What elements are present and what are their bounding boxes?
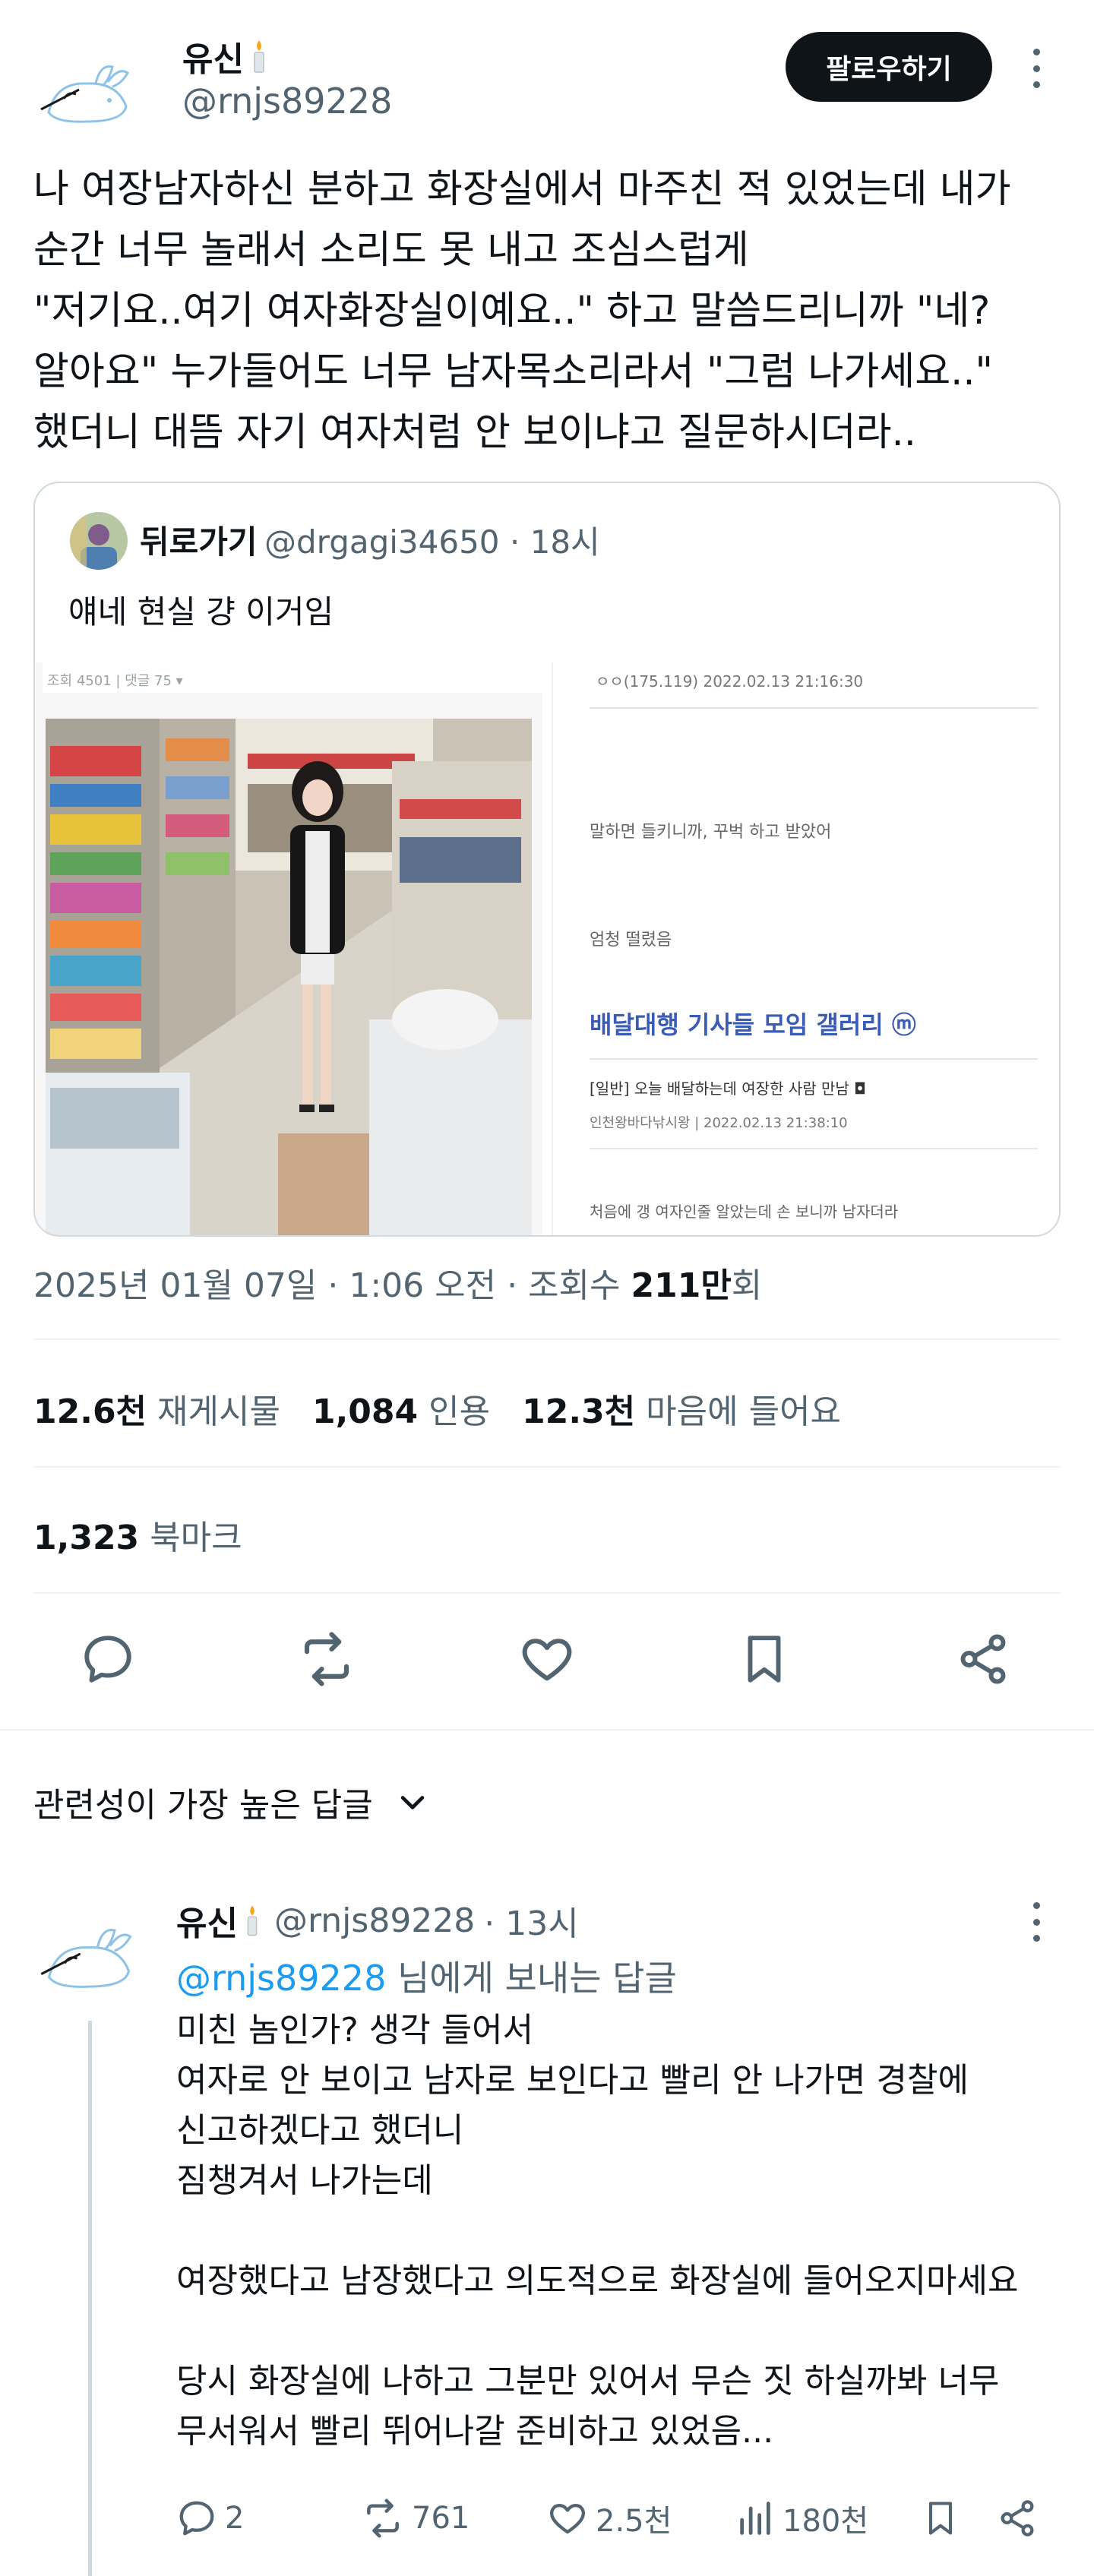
quote-tweet-card[interactable]: 뒤로가기 @drgagi34650 · 18시 얘네 현실 걍 이거임 ㅇㅇ(1…: [33, 482, 1061, 1237]
bookmark-icon: [928, 2502, 953, 2535]
reply-sort-dropdown[interactable]: 관련성이 가장 높은 답글: [33, 1778, 429, 1826]
quote-count[interactable]: 1,084 인용: [312, 1384, 490, 1433]
share-icon: [960, 1634, 1006, 1684]
divider: [0, 1729, 1094, 1731]
reply-text-line: [176, 2306, 1050, 2356]
retweet-button[interactable]: [296, 1629, 357, 1689]
reply-header: 유신 @rnjs89228 · 13시: [176, 1896, 579, 1945]
bookmark-icon: [748, 1636, 781, 1683]
image-post-meta: 인천왕바다낚시왕 | 2022.02.13 21:38:10: [590, 1115, 848, 1131]
reply-like-button[interactable]: 2.5천: [547, 2484, 672, 2552]
quote-media-image[interactable]: ㅇㅇ(175.119) 2022.02.13 21:16:30 말하면 들키니까…: [35, 662, 1059, 1235]
reply-icon: [84, 1636, 131, 1683]
reply-share-button[interactable]: [997, 2484, 1038, 2552]
reply-text-line: [176, 2206, 1050, 2256]
reply-time[interactable]: · 13시: [484, 1896, 578, 1945]
quote-author-name: 뒤로가기: [140, 523, 258, 561]
chevron-down-icon: [400, 1796, 424, 1810]
reply-text: 미친 놈인가? 생각 들어서 여자로 안 보이고 남자로 보인다고 빨리 안 나…: [176, 2005, 1050, 2457]
reply-reply-button[interactable]: 2: [176, 2484, 244, 2552]
reply-text-line: 미친 놈인가? 생각 들어서: [176, 2011, 534, 2050]
tweet-text-line: "저기요..여기 여자화장실이예요.." 하고 말씀드리니까 "네?: [33, 289, 991, 333]
like-count[interactable]: 12.3천 마음에 들어요: [522, 1384, 841, 1433]
quote-text: 얘네 현실 걍 이거임: [68, 593, 334, 631]
tweet-text-line: 알아요" 누가들어도 너무 남자목소리라서 "그럼 나가세요..": [33, 349, 994, 394]
divider: [33, 1466, 1061, 1468]
screenshot-collage-image: ㅇㅇ(175.119) 2022.02.13 21:16:30 말하면 들키니까…: [35, 662, 1059, 1235]
image-line-1: 말하면 들키니까, 꾸벅 하고 받았어: [590, 823, 831, 842]
reply-text-line: 여자로 안 보이고 남자로 보인다고 빨리 안 나가면 경찰에: [176, 2061, 969, 2100]
reply-text-line: 여장했다고 남장했다고 의도적으로 화장실에 들어오지마세요: [176, 2262, 1019, 2300]
engagement-stats: 12.6천 재게시물 1,084 인용 12.3천 마음에 들어요: [33, 1384, 841, 1433]
more-options-icon[interactable]: [1023, 49, 1050, 88]
reply-more-options-icon[interactable]: [1023, 1902, 1050, 1942]
quote-author-avatar: [70, 512, 128, 570]
image-line-2: 엄청 떨렸음: [590, 931, 672, 950]
quote-author-handle: @drgagi34650 · 18시: [264, 523, 600, 561]
reply-author-handle[interactable]: @rnjs89228: [274, 1901, 475, 1940]
reply-views-button[interactable]: 180천: [735, 2484, 868, 2552]
tweet-text-line: 순간 너무 놀래서 소리도 못 내고 조심스럽게: [33, 228, 749, 273]
author-avatar[interactable]: [33, 36, 143, 146]
divider: [33, 1339, 1061, 1340]
candle-icon: [247, 1905, 258, 1936]
view-count: 211만: [631, 1266, 732, 1305]
image-gallery-title: 배달대행 기사들 모임 갤러리 ⓜ: [590, 1010, 916, 1039]
candle-icon: [254, 40, 264, 73]
image-post-title: [일반] 오늘 배달하는데 여장한 사람 만남 ◘: [590, 1079, 866, 1098]
retweet-icon: [304, 1632, 349, 1686]
reply-retweet-button[interactable]: 761: [362, 2484, 470, 2552]
bunny-doodle-icon: [33, 1899, 146, 2012]
reply-action-bar: 2 761 2.5천 180천: [176, 2484, 1058, 2552]
bookmark-count[interactable]: 1,323 북마크: [33, 1510, 242, 1559]
author-handle[interactable]: @rnjs89228: [182, 81, 392, 122]
follow-button[interactable]: 팔로우하기: [786, 32, 992, 102]
reply-text-line: 당시 화장실에 나하고 그분만 있어서 무슨 짓 하실까봐 너무: [176, 2362, 1000, 2401]
author-name[interactable]: 유신: [182, 32, 270, 81]
tweet-timestamp[interactable]: 2025년 01월 07일 · 1:06 오전 · 조회수 211만회: [33, 1258, 762, 1307]
reply-bookmark-button[interactable]: [921, 2484, 960, 2552]
tweet-text: 나 여장남자하신 분하고 화장실에서 마주친 적 있었는데 내가 순간 너무 놀…: [33, 160, 1067, 463]
reply-text-line: 무서워서 빨리 뛰어나갈 준비하고 있었음...: [176, 2412, 774, 2451]
retweet-icon: [367, 2499, 399, 2538]
image-header-text: 조회 4501 | 댓글 75 ▾: [47, 673, 183, 689]
retweet-count[interactable]: 12.6천 재게시물: [33, 1384, 280, 1433]
views-icon: [740, 2502, 770, 2535]
like-button[interactable]: [517, 1629, 577, 1689]
bookmark-stats: 1,323 북마크: [33, 1510, 242, 1559]
image-comment-meta: ㅇㅇ(175.119) 2022.02.13 21:16:30: [596, 672, 863, 691]
reply-button[interactable]: [77, 1629, 138, 1689]
like-icon: [522, 1639, 572, 1681]
reply-to-handle-link[interactable]: @rnjs89228: [176, 1958, 386, 1999]
like-icon: [550, 2503, 585, 2534]
thread-line: [88, 2021, 92, 2576]
reply-text-line: 신고하겠다고 했더니: [176, 2111, 464, 2150]
reply-author-avatar[interactable]: [33, 1899, 146, 2012]
image-post-body: 처음에 갱 여자인줄 알았는데 손 보니까 남자더라: [590, 1203, 898, 1221]
reply-icon: [179, 2501, 214, 2536]
tweet-text-line: 나 여장남자하신 분하고 화장실에서 마주친 적 있었는데 내가: [33, 167, 1011, 212]
bunny-doodle-icon: [33, 36, 143, 146]
tweet-text-line: 했더니 대뜸 자기 여자처럼 안 보이냐고 질문하시더라..: [33, 410, 916, 455]
reply-text-line: 짐챙겨서 나가는데: [176, 2161, 433, 2200]
reply-author-name[interactable]: 유신: [176, 1896, 238, 1945]
share-button[interactable]: [953, 1629, 1013, 1689]
replying-to: @rnjs89228 님에게 보내는 답글: [176, 1958, 677, 1999]
bookmark-button[interactable]: [734, 1629, 795, 1689]
divider: [33, 1592, 1061, 1594]
share-icon: [1001, 2500, 1034, 2536]
